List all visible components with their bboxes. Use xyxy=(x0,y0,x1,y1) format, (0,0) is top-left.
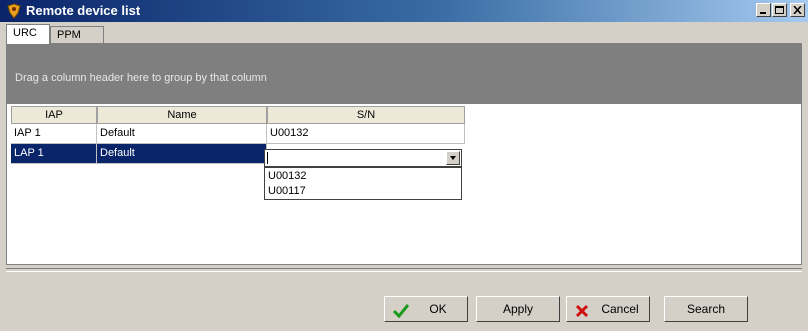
ok-label: OK xyxy=(429,302,447,316)
tab-urc[interactable]: URC xyxy=(6,24,50,44)
cancel-button[interactable]: Cancel xyxy=(566,296,650,322)
close-icon xyxy=(793,6,802,14)
maximize-button[interactable] xyxy=(772,3,787,17)
group-by-area[interactable]: Drag a column header here to group by th… xyxy=(7,44,801,104)
window-title: Remote device list xyxy=(26,3,141,18)
sn-dropdown-list: U00132 U00117 xyxy=(264,167,462,200)
tab-strip: URC PPM xyxy=(6,24,306,44)
apply-button[interactable]: Apply xyxy=(476,296,560,322)
text-caret xyxy=(267,152,268,164)
cancel-label: Cancel xyxy=(601,302,639,316)
checkmark-icon xyxy=(392,302,410,326)
tab-ppm[interactable]: PPM xyxy=(50,26,104,44)
cell-iap[interactable]: IAP 1 xyxy=(11,124,97,144)
close-button[interactable] xyxy=(790,3,805,17)
remote-device-list-window: Remote device list URC PPM Drag a column… xyxy=(0,0,808,331)
cell-name[interactable]: Default xyxy=(97,124,267,144)
dropdown-option[interactable]: U00117 xyxy=(266,184,458,199)
search-button[interactable]: Search xyxy=(664,296,748,322)
chevron-down-icon xyxy=(450,156,456,160)
cell-sn[interactable]: U00132 xyxy=(267,124,465,144)
apply-label: Apply xyxy=(502,302,534,316)
dropdown-button[interactable] xyxy=(446,151,460,165)
title-bar[interactable]: Remote device list xyxy=(0,0,808,22)
app-icon xyxy=(6,3,22,19)
sn-combo-editor[interactable] xyxy=(264,149,462,167)
column-header-sn[interactable]: S/N xyxy=(267,106,465,124)
maximize-icon xyxy=(775,6,784,14)
minimize-icon xyxy=(760,12,766,14)
dropdown-option[interactable]: U00132 xyxy=(266,169,458,184)
cancel-x-icon xyxy=(575,302,589,326)
cell-iap[interactable]: LAP 1 xyxy=(11,144,97,164)
search-label: Search xyxy=(686,302,726,316)
ok-button[interactable]: OK xyxy=(384,296,468,322)
cell-name[interactable]: Default xyxy=(97,144,267,164)
footer-divider xyxy=(6,268,802,272)
minimize-button[interactable] xyxy=(756,3,771,17)
column-header-name[interactable]: Name xyxy=(97,106,267,124)
column-header-iap[interactable]: IAP xyxy=(11,106,97,124)
group-by-hint: Drag a column header here to group by th… xyxy=(15,72,267,84)
